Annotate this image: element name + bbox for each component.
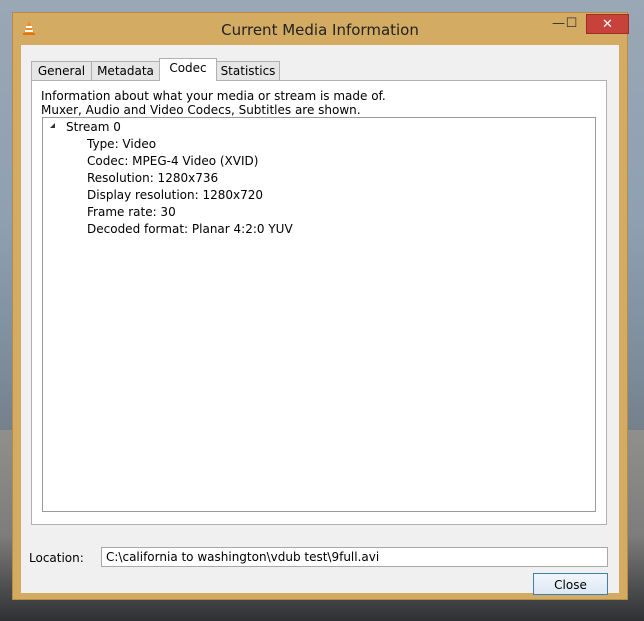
tree-item-codec[interactable]: Codec: MPEG-4 Video (XVID) xyxy=(87,154,258,168)
tree-item-frame-rate[interactable]: Frame rate: 30 xyxy=(87,205,176,219)
location-field[interactable] xyxy=(101,547,608,567)
tab-codec[interactable]: Codec xyxy=(159,58,217,81)
codec-description: Information about what your media or str… xyxy=(41,89,386,117)
stream-tree[interactable]: Stream 0 Type: Video Codec: MPEG-4 Video… xyxy=(42,117,596,512)
close-button[interactable]: Close xyxy=(533,573,608,595)
tree-item-decoded-format[interactable]: Decoded format: Planar 4:2:0 YUV xyxy=(87,222,293,236)
tab-metadata[interactable]: Metadata xyxy=(91,61,160,80)
dialog-client-area: General Metadata Codec Statistics Inform… xyxy=(21,45,619,595)
window-close-button[interactable]: ✕ xyxy=(586,14,629,34)
title-bar[interactable]: Current Media Information — ☐ ✕ xyxy=(13,13,629,45)
tree-item-display-resolution[interactable]: Display resolution: 1280x720 xyxy=(87,188,263,202)
maximize-button[interactable]: ☐ xyxy=(558,14,585,34)
tree-item-stream-0[interactable]: Stream 0 xyxy=(66,120,121,134)
window-title: Current Media Information xyxy=(221,21,419,39)
tab-statistics[interactable]: Statistics xyxy=(216,61,280,80)
tree-expanded-icon[interactable] xyxy=(50,123,55,128)
tree-item-type[interactable]: Type: Video xyxy=(87,137,156,151)
tree-item-resolution[interactable]: Resolution: 1280x736 xyxy=(87,171,218,185)
tab-general[interactable]: General xyxy=(31,61,92,80)
codec-panel: Information about what your media or str… xyxy=(31,80,607,525)
media-info-window: Current Media Information — ☐ ✕ General … xyxy=(12,12,629,600)
location-label: Location: xyxy=(29,551,84,565)
description-line-1: Information about what your media or str… xyxy=(41,89,386,103)
description-line-2: Muxer, Audio and Video Codecs, Subtitles… xyxy=(41,103,361,117)
